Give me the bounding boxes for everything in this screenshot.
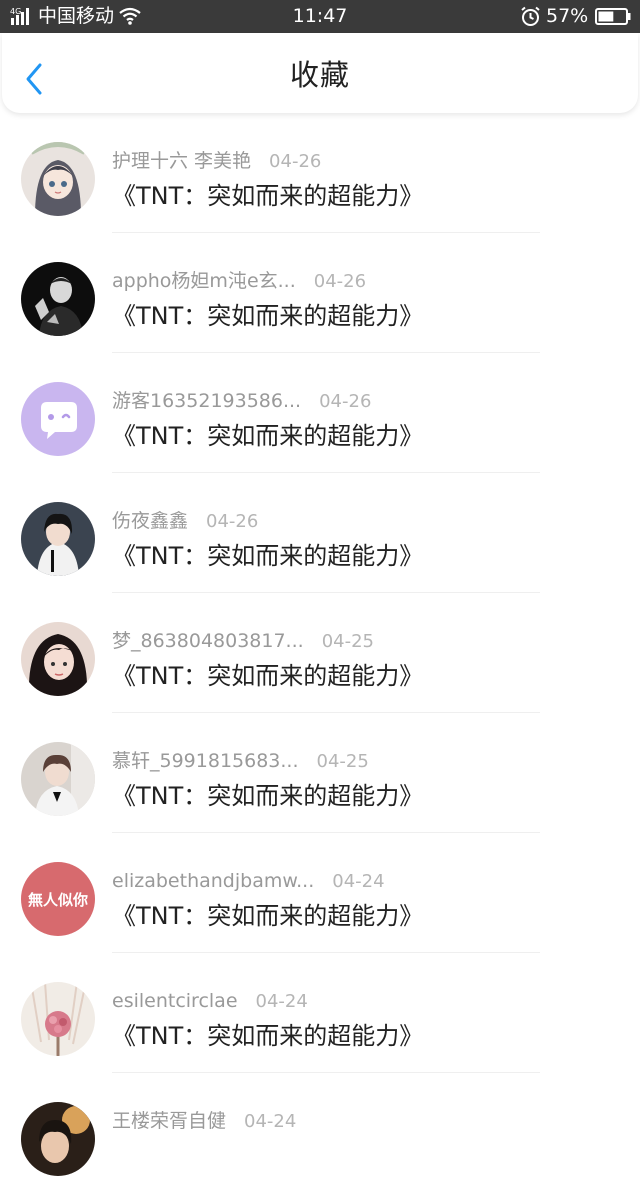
item-title: 《TNT：突如而来的超能力》 bbox=[112, 662, 424, 690]
item-title: 《TNT：突如而来的超能力》 bbox=[112, 422, 424, 450]
item-meta: 护理十六 李美艳 04-26 bbox=[112, 147, 321, 175]
battery-percent: 57% bbox=[546, 5, 589, 27]
item-title: 《TNT：突如而来的超能力》 bbox=[112, 542, 424, 570]
avatar bbox=[21, 502, 95, 576]
username: 伤夜鑫鑫 bbox=[112, 510, 189, 532]
list-item[interactable]: 王楼荣胥自健 04-24 bbox=[0, 1073, 640, 1193]
list-item[interactable]: 伤夜鑫鑫 04-26 《TNT：突如而来的超能力》 bbox=[0, 473, 640, 593]
avatar bbox=[21, 742, 95, 816]
avatar bbox=[21, 142, 95, 216]
username: elizabethandjbamw... bbox=[112, 870, 315, 892]
item-meta: 伤夜鑫鑫 04-26 bbox=[112, 507, 258, 535]
battery-icon bbox=[595, 8, 631, 25]
avatar bbox=[21, 1102, 95, 1176]
item-meta: 慕轩_5991815683... 04-25 bbox=[112, 747, 369, 775]
date: 04-25 bbox=[321, 631, 374, 652]
status-bar: 4G 中国移动 11:47 57% bbox=[0, 0, 640, 33]
item-title: 《TNT：突如而来的超能力》 bbox=[112, 302, 424, 330]
date: 04-26 bbox=[269, 151, 322, 172]
list-item[interactable]: esilentcirclae 04-24 《TNT：突如而来的超能力》 bbox=[0, 953, 640, 1073]
list-item[interactable]: appho杨妲m沌e玄... 04-26 《TNT：突如而来的超能力》 bbox=[0, 233, 640, 353]
page-title: 收藏 bbox=[289, 58, 350, 92]
avatar: 無人似你 bbox=[21, 862, 95, 936]
item-meta: 梦_863804803817... 04-25 bbox=[112, 627, 374, 655]
item-title: 《TNT：突如而来的超能力》 bbox=[112, 182, 424, 210]
item-title: 《TNT：突如而来的超能力》 bbox=[112, 1022, 424, 1050]
avatar bbox=[21, 982, 95, 1056]
alarm-icon bbox=[521, 6, 540, 26]
date: 04-26 bbox=[313, 271, 367, 292]
item-meta: esilentcirclae 04-24 bbox=[112, 987, 308, 1015]
date: 04-24 bbox=[244, 1111, 297, 1132]
username: appho杨妲m沌e玄... bbox=[112, 270, 296, 292]
list-item[interactable]: 护理十六 李美艳 04-26 《TNT：突如而来的超能力》 bbox=[0, 113, 640, 233]
date: 04-24 bbox=[332, 871, 385, 892]
date: 04-24 bbox=[255, 991, 308, 1012]
list-item[interactable]: 游客16352193586... 04-26 《TNT：突如而来的超能力》 bbox=[0, 353, 640, 473]
item-meta: elizabethandjbamw... 04-24 bbox=[112, 867, 385, 895]
username: 游客16352193586... bbox=[112, 390, 302, 412]
avatar bbox=[21, 382, 95, 456]
clock: 11:47 bbox=[292, 5, 348, 27]
avatar bbox=[21, 622, 95, 696]
item-meta: 王楼荣胥自健 04-24 bbox=[112, 1107, 296, 1135]
item-title: 《TNT：突如而来的超能力》 bbox=[112, 782, 424, 810]
username: 护理十六 李美艳 bbox=[112, 150, 252, 172]
app-header: 收藏 bbox=[2, 33, 638, 113]
date: 04-25 bbox=[316, 751, 369, 772]
username: 王楼荣胥自健 bbox=[112, 1110, 227, 1132]
list-item[interactable]: 慕轩_5991815683... 04-25 《TNT：突如而来的超能力》 bbox=[0, 713, 640, 833]
username: 梦_863804803817... bbox=[112, 630, 304, 652]
date: 04-26 bbox=[319, 391, 372, 412]
list-item[interactable]: 無人似你 elizabethandjbamw... 04-24 《TNT：突如而来… bbox=[0, 833, 640, 953]
username: 慕轩_5991815683... bbox=[112, 750, 299, 772]
item-title: 《TNT：突如而来的超能力》 bbox=[112, 902, 424, 930]
avatar bbox=[21, 262, 95, 336]
item-meta: 游客16352193586... 04-26 bbox=[112, 387, 371, 415]
item-meta: appho杨妲m沌e玄... 04-26 bbox=[112, 267, 366, 295]
username: esilentcirclae bbox=[112, 990, 238, 1012]
avatar-text: 無人似你 bbox=[28, 891, 88, 909]
date: 04-26 bbox=[206, 511, 259, 532]
list-item[interactable]: 梦_863804803817... 04-25 《TNT：突如而来的超能力》 bbox=[0, 593, 640, 713]
